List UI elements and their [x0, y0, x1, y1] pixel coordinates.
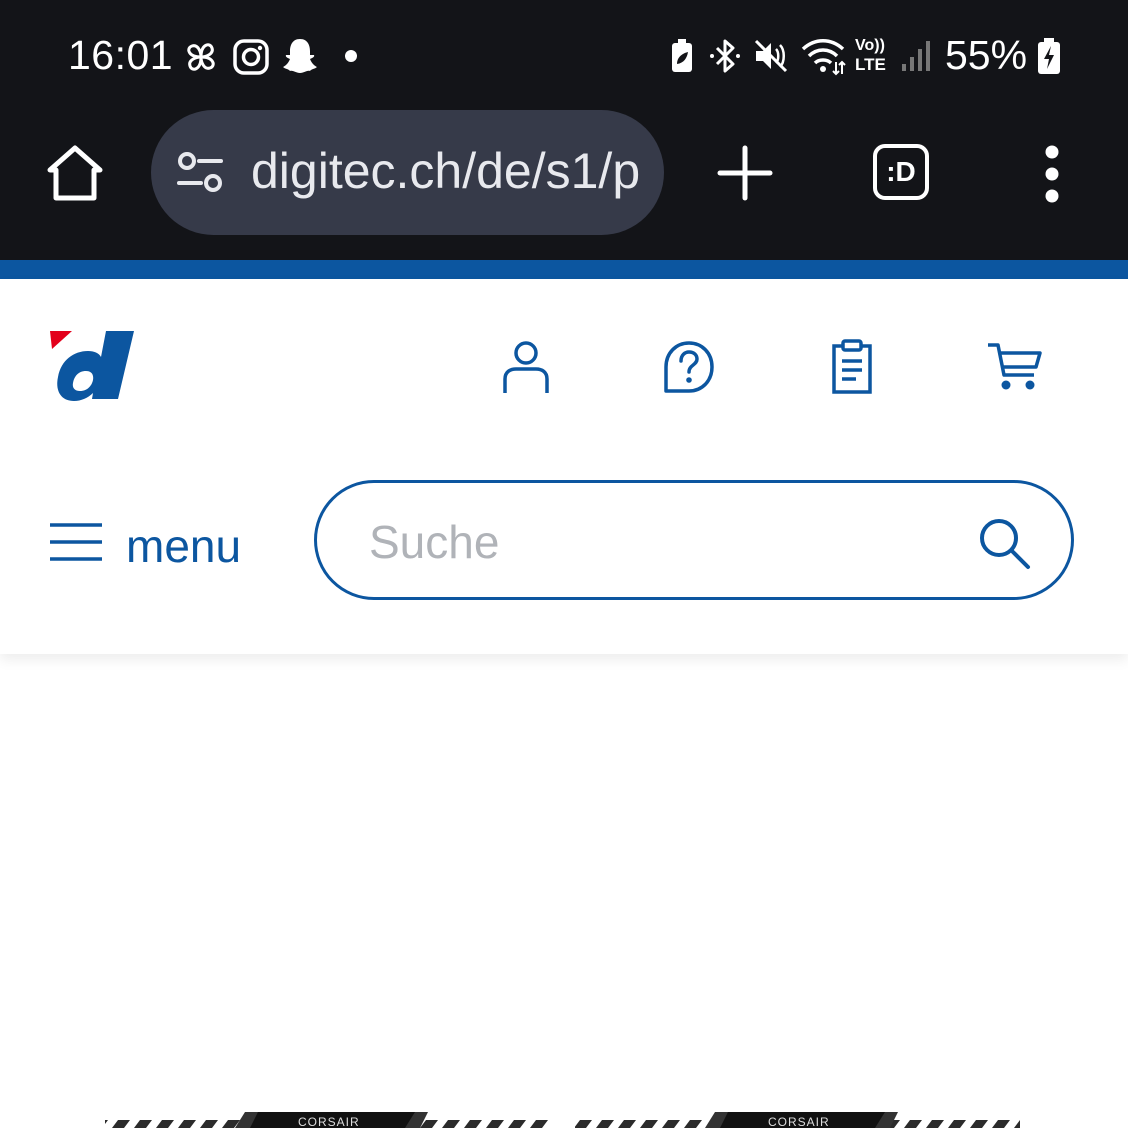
mute-icon: [754, 39, 788, 73]
url-text[interactable]: digitec.ch/de/s1/p: [251, 142, 651, 200]
home-icon[interactable]: [44, 142, 106, 204]
wifi-icon: [801, 39, 846, 76]
snapchat-icon: [283, 39, 317, 73]
site-settings-icon[interactable]: [175, 150, 227, 196]
search-icon[interactable]: [977, 516, 1033, 572]
cart-icon[interactable]: [986, 341, 1046, 393]
search-bar[interactable]: [314, 480, 1074, 600]
battery-percent: 55%: [945, 32, 1028, 78]
status-time: 16:01: [68, 32, 174, 78]
instagram-icon: [233, 39, 269, 75]
account-icon[interactable]: [500, 339, 552, 395]
digitec-logo[interactable]: d: [48, 327, 138, 407]
product-image[interactable]: CORSAIR CORSAIR: [0, 1090, 1128, 1128]
volte-label: Vo)): [855, 37, 885, 54]
product-brand-label-1: CORSAIR: [298, 1115, 360, 1128]
url-bar[interactable]: digitec.ch/de/s1/p: [151, 110, 664, 235]
pinwheel-icon: [187, 43, 215, 71]
more-menu-icon[interactable]: [1036, 144, 1068, 204]
product-brand-label-2: CORSAIR: [768, 1115, 830, 1128]
status-bar: 16:01 Vo)) LTE 55%: [0, 0, 1128, 110]
battery-saver-icon: [672, 39, 692, 72]
logo-letter: d: [48, 327, 49, 328]
tab-switcher-label: :D: [886, 156, 916, 187]
browser-toolbar: digitec.ch/de/s1/p :D: [0, 110, 1128, 260]
new-tab-icon[interactable]: [716, 144, 774, 202]
network-type-label: LTE: [855, 55, 886, 74]
order-list-icon[interactable]: [830, 339, 874, 395]
bluetooth-icon: [710, 39, 740, 73]
menu-label[interactable]: menu: [126, 519, 241, 573]
ram-modules-image: [105, 1112, 1020, 1128]
battery-charging-icon: [1038, 38, 1060, 74]
hamburger-icon: [50, 523, 102, 561]
volte-lte-icon: Vo)) LTE: [855, 37, 891, 77]
signal-icon: [902, 41, 930, 71]
notification-dot: [345, 50, 357, 62]
help-icon[interactable]: [660, 339, 718, 395]
site-header: d menu: [0, 279, 1128, 654]
top-accent-bar: [0, 260, 1128, 279]
search-input[interactable]: [367, 511, 931, 573]
tab-switcher-icon[interactable]: :D: [873, 144, 929, 200]
